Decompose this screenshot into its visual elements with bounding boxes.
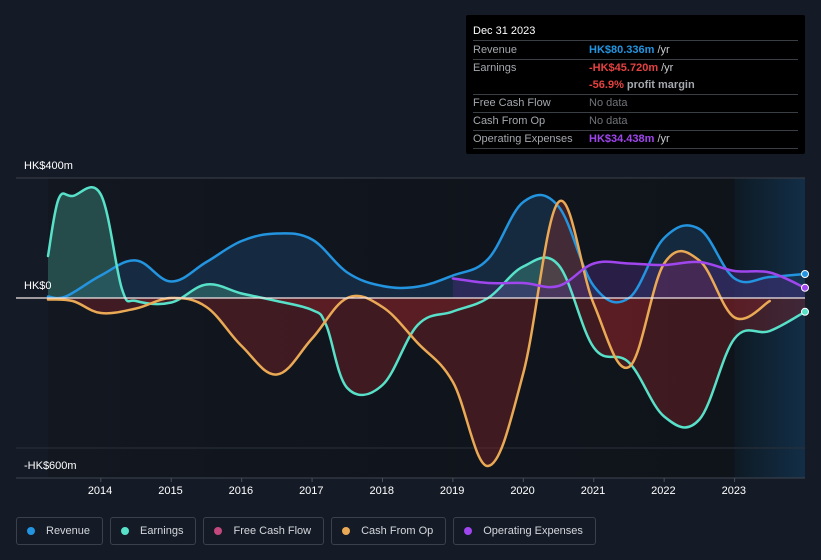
legend-label: Cash From Op — [361, 525, 434, 537]
tooltip-value: -56.9% — [589, 79, 624, 91]
tooltip-value: HK$80.336m — [589, 44, 655, 56]
tooltip-label: Operating Expenses — [473, 133, 573, 145]
tooltip-value: -HK$45.720m — [589, 62, 659, 74]
tooltip-unit: /yr — [657, 133, 670, 145]
x-axis — [16, 477, 805, 482]
legend-label: Free Cash Flow — [233, 525, 312, 537]
revenue-dot-icon — [27, 527, 35, 535]
operating-expenses-dot-icon — [464, 527, 473, 535]
free-cash-flow-dot-icon — [214, 527, 223, 535]
legend-item-cash-from-op[interactable]: Cash From Op — [331, 517, 447, 545]
x-tick-label-2022: 2022 — [651, 485, 676, 497]
x-tick-label-2017: 2017 — [299, 485, 324, 497]
legend-item-revenue[interactable]: Revenue — [16, 517, 104, 545]
tooltip-unit: profit margin — [626, 79, 695, 91]
x-tick-label-2023: 2023 — [721, 485, 747, 497]
tooltip-label: Cash From Op — [473, 115, 546, 127]
x-tick-label-2020: 2020 — [510, 485, 535, 497]
tooltip-row-operating-expenses: Operating Expenses HK$34.438m /yr — [473, 131, 798, 149]
tooltip-value: HK$34.438m — [589, 133, 655, 145]
legend: Revenue Earnings Free Cash Flow Cash Fro… — [16, 517, 596, 545]
x-tick-label-2021: 2021 — [580, 485, 606, 497]
legend-item-free-cash-flow[interactable]: Free Cash Flow — [203, 517, 325, 545]
legend-item-operating-expenses[interactable]: Operating Expenses — [453, 517, 596, 545]
y-tick-label-0: HK$0 — [24, 280, 52, 292]
legend-item-earnings[interactable]: Earnings — [110, 517, 197, 545]
tooltip-value: No data — [589, 97, 628, 109]
tooltip-row-revenue: Revenue HK$80.336m /yr — [473, 42, 798, 60]
legend-label: Earnings — [140, 525, 184, 537]
tooltip-label: Free Cash Flow — [473, 97, 551, 109]
legend-label: Operating Expenses — [483, 525, 583, 537]
tooltip-row-free-cash-flow: Free Cash Flow No data — [473, 95, 798, 113]
x-tick-label-2014: 2014 — [87, 485, 113, 497]
legend-label: Revenue — [46, 525, 91, 537]
tooltip-label: Earnings — [473, 62, 517, 74]
y-tick-label-neg600: -HK$600m — [24, 460, 77, 472]
tooltip-row-earnings: Earnings -HK$45.720m /yr — [473, 60, 798, 77]
earnings-dot-icon — [121, 527, 130, 535]
tooltip-date: Dec 31 2023 — [473, 23, 798, 41]
x-tick-label-2018: 2018 — [369, 485, 394, 497]
tooltip-row-profit-margin: -56.9% profit margin — [473, 77, 798, 95]
earnings-endpoint — [801, 307, 809, 316]
tooltip-unit: /yr — [661, 62, 674, 74]
tooltip-label — [473, 77, 589, 94]
x-tick-label-2019: 2019 — [439, 485, 465, 497]
revenue-endpoint — [801, 270, 809, 278]
y-tick-label-400: HK$400m — [24, 160, 73, 172]
x-tick-label-2015: 2015 — [158, 485, 183, 497]
tooltip: Dec 31 2023 Revenue HK$80.336m /yr Earni… — [466, 15, 805, 154]
operating-expenses-endpoint — [801, 283, 809, 292]
cash-from-op-dot-icon — [342, 527, 351, 535]
tooltip-row-cash-from-op: Cash From Op No data — [473, 113, 798, 131]
x-tick-label-2016: 2016 — [228, 485, 254, 497]
tooltip-value: No data — [589, 115, 628, 127]
tooltip-label: Revenue — [473, 44, 518, 56]
tooltip-unit: /yr — [657, 44, 670, 56]
